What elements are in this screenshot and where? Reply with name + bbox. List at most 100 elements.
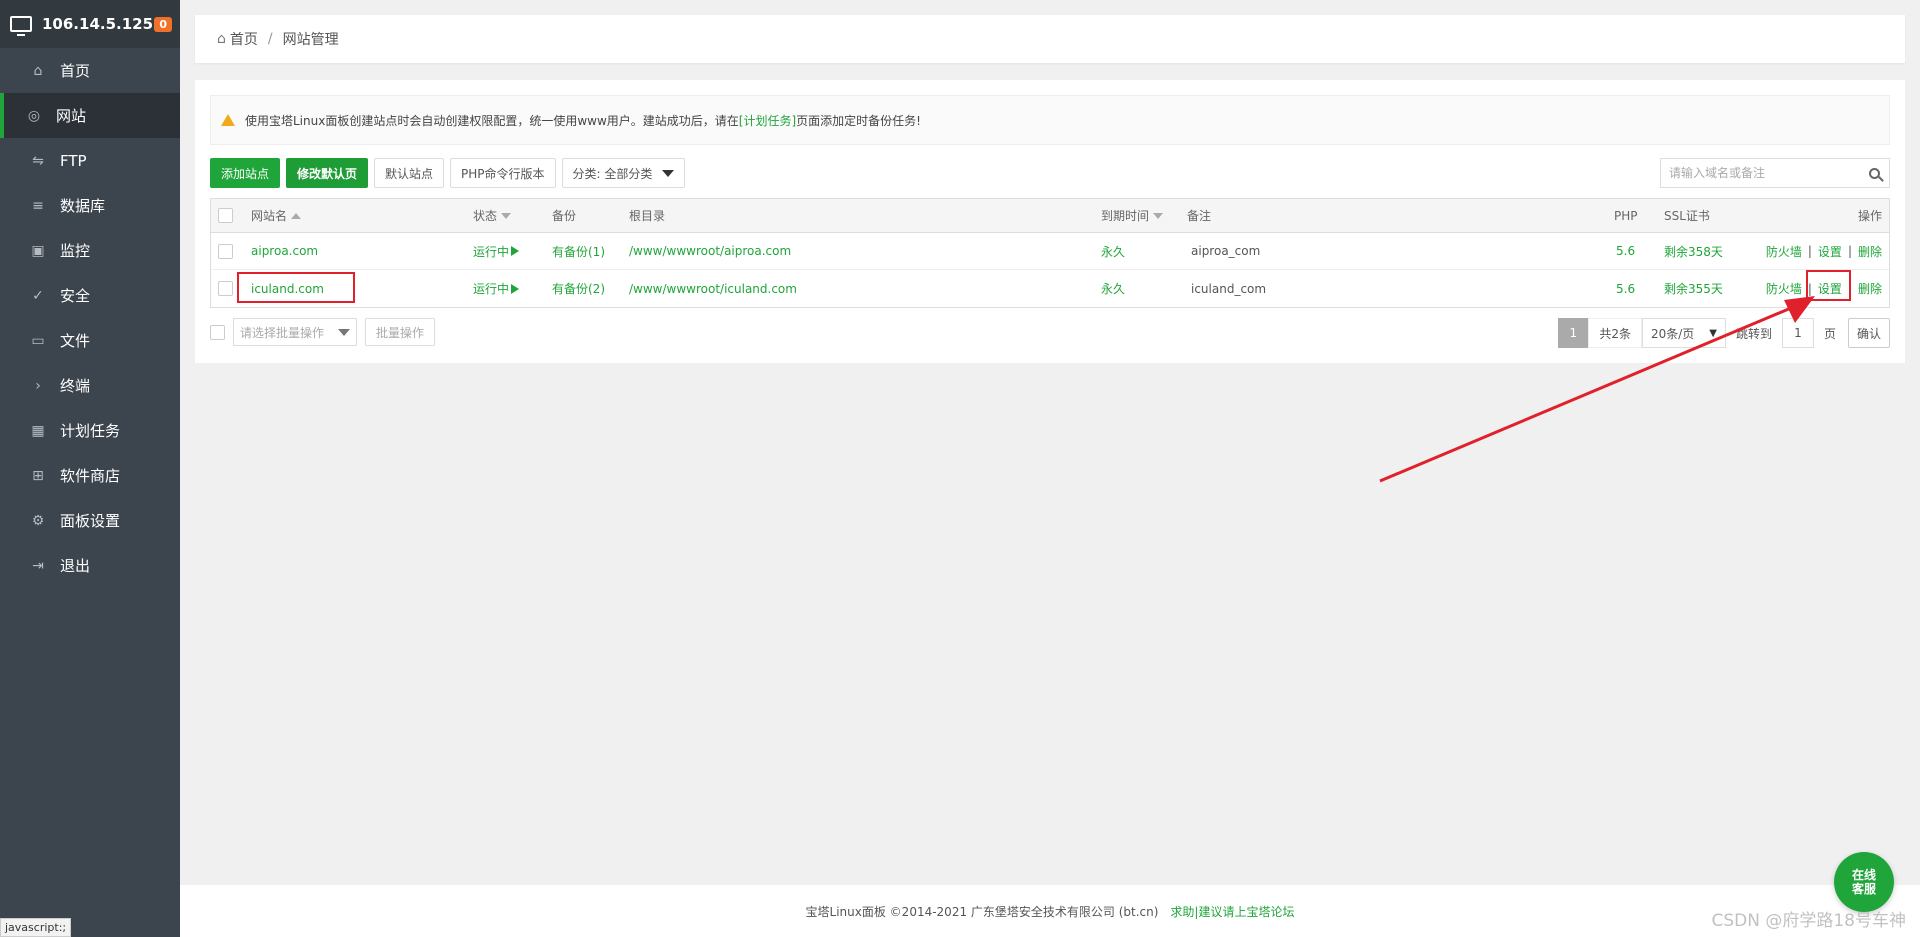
row-checkbox[interactable]	[218, 281, 233, 296]
notice-text-after: 页面添加定时备份任务!	[796, 113, 921, 128]
status-bar-url: javascript:;	[0, 918, 72, 937]
jump-input[interactable]: 1	[1781, 318, 1814, 348]
server-ip: 106.14.5.125	[42, 15, 154, 33]
server-header: 106.14.5.125 0	[0, 0, 180, 48]
site-root-link[interactable]: /www/wwwroot/aiproa.com	[629, 233, 791, 269]
footer-copyright: 宝塔Linux面板 ©2014-2021 广东堡塔安全技术有限公司 (bt.cn…	[805, 904, 1159, 919]
sidebar-item-database[interactable]: ≡ 数据库	[0, 183, 180, 228]
header-remark: 备注	[1187, 209, 1212, 223]
header-status[interactable]: 状态	[473, 199, 512, 232]
site-expire[interactable]: 永久	[1101, 233, 1125, 269]
batch-button[interactable]: 批量操作	[365, 318, 436, 346]
sidebar: 106.14.5.125 0 ⌂ 首页 ◎ 网站 ⇋ FTP ≡ 数据库 ▣ 监控 ✓ 安全…	[0, 0, 180, 937]
header-ops: 操作	[1857, 209, 1882, 223]
header-expire[interactable]: 到期时间	[1101, 199, 1164, 232]
pagination: 1 共2条 20条/页 ▼ 跳转到 1 页 确认	[1558, 318, 1890, 348]
site-ssl[interactable]: 剩余358天	[1664, 233, 1723, 269]
firewall-link[interactable]: 防火墙	[1766, 243, 1802, 260]
play-icon	[511, 246, 520, 256]
delete-link[interactable]: 删除	[1858, 243, 1882, 260]
apps-icon: ⊞	[32, 467, 44, 484]
row-checkbox[interactable]	[218, 243, 233, 259]
firewall-link[interactable]: 防火墙	[1766, 280, 1802, 297]
table-row: aiproa.com 运行中 有备份(1) /www/wwwroot/aipro…	[211, 233, 1889, 270]
search-button[interactable]	[1859, 167, 1889, 179]
sidebar-item-label: 监控	[60, 242, 91, 260]
site-remark[interactable]: iculand_com	[1191, 270, 1266, 307]
site-remark[interactable]: aiproa_com	[1191, 233, 1260, 269]
php-cli-version-button[interactable]: PHP命令行版本	[450, 158, 556, 188]
site-ssl[interactable]: 剩余355天	[1664, 270, 1723, 307]
notice-text: 使用宝塔Linux面板创建站点时会自动创建权限配置，统一使用www用户。建站成功…	[245, 113, 739, 128]
caret-down-icon	[338, 328, 350, 336]
notice-cron-link[interactable]: [计划任务]	[739, 112, 796, 129]
sidebar-item-monitor[interactable]: ▣ 监控	[0, 228, 180, 273]
sidebar-item-ftp[interactable]: ⇋ FTP	[0, 138, 180, 183]
chart-icon: ▣	[31, 242, 45, 259]
table-row: iculand.com 运行中 有备份(2) /www/wwwroot/icul…	[211, 270, 1889, 307]
site-backup-link[interactable]: 有备份(1)	[552, 233, 605, 269]
sidebar-item-label: 终端	[60, 377, 91, 395]
sidebar-item-label: 首页	[60, 62, 91, 80]
select-all-checkbox[interactable]	[218, 208, 233, 223]
site-management-panel: 使用宝塔Linux面板创建站点时会自动创建权限配置，统一使用www用户。建站成功…	[195, 80, 1905, 363]
modify-default-page-button[interactable]: 修改默认页	[286, 158, 369, 188]
sidebar-item-cron[interactable]: ▦ 计划任务	[0, 408, 180, 453]
sidebar-item-label: 文件	[60, 332, 91, 350]
site-expire[interactable]: 永久	[1101, 270, 1125, 307]
sidebar-item-home[interactable]: ⌂ 首页	[0, 48, 180, 93]
page-total: 共2条	[1588, 318, 1642, 348]
site-php[interactable]: 5.6	[1616, 233, 1635, 269]
sidebar-item-settings[interactable]: ⚙ 面板设置	[0, 498, 180, 543]
batch-select[interactable]: 请选择批量操作	[233, 318, 357, 346]
online-service-button[interactable]: 在线 客服	[1834, 852, 1894, 912]
page-current[interactable]: 1	[1558, 318, 1589, 348]
notice-bar: 使用宝塔Linux面板创建站点时会自动创建权限配置，统一使用www用户。建站成功…	[210, 95, 1890, 145]
sidebar-item-website[interactable]: ◎ 网站	[0, 93, 180, 138]
breadcrumb-separator: /	[267, 31, 273, 47]
select-all-checkbox-bottom[interactable]	[210, 324, 225, 340]
site-backup-link[interactable]: 有备份(2)	[552, 270, 605, 307]
header-name[interactable]: 网站名	[251, 199, 302, 232]
ftp-icon: ⇋	[32, 152, 44, 169]
annotation-box-site	[237, 272, 355, 303]
annotation-box-settings	[1806, 270, 1851, 301]
default-site-button[interactable]: 默认站点	[374, 158, 445, 188]
warning-icon	[221, 114, 235, 126]
sidebar-item-label: 数据库	[60, 197, 106, 215]
breadcrumb-current: 网站管理	[282, 32, 339, 48]
page-size-select[interactable]: 20条/页 ▼	[1641, 318, 1726, 348]
breadcrumb-home-link[interactable]: 首页	[230, 29, 258, 49]
sidebar-item-files[interactable]: ▭ 文件	[0, 318, 180, 363]
add-site-button[interactable]: 添加站点	[210, 158, 281, 188]
category-dropdown[interactable]: 分类: 全部分类	[561, 158, 686, 188]
sidebar-item-label: 计划任务	[60, 422, 121, 440]
notification-badge[interactable]: 0	[154, 16, 172, 32]
search-input[interactable]	[1661, 160, 1859, 186]
delete-link[interactable]: 删除	[1858, 280, 1882, 297]
jump-confirm-button[interactable]: 确认	[1847, 318, 1890, 348]
site-name-link[interactable]: aiproa.com	[251, 233, 318, 269]
sidebar-item-logout[interactable]: ⇥ 退出	[0, 543, 180, 588]
sort-down-icon	[1153, 212, 1164, 219]
caret-down-icon	[662, 169, 675, 177]
globe-icon: ◎	[27, 107, 41, 124]
sidebar-item-store[interactable]: ⊞ 软件商店	[0, 453, 180, 498]
header-php: PHP	[1614, 208, 1638, 223]
header-ssl: SSL证书	[1664, 209, 1710, 223]
settings-link[interactable]: 设置	[1818, 243, 1842, 260]
breadcrumb: ⌂ 首页 / 网站管理	[195, 15, 1905, 63]
sidebar-item-label: 软件商店	[60, 467, 121, 485]
sidebar-item-terminal[interactable]: › 终端	[0, 363, 180, 408]
sort-down-icon	[501, 212, 512, 219]
site-php[interactable]: 5.6	[1616, 270, 1635, 307]
footer-forum-link[interactable]: 求助|建议请上宝塔论坛	[1170, 903, 1294, 920]
search-icon	[1868, 167, 1880, 179]
site-status[interactable]: 运行中	[473, 233, 520, 269]
jump-label: 跳转到	[1735, 326, 1772, 341]
play-icon	[511, 283, 520, 294]
site-status[interactable]: 运行中	[473, 270, 520, 307]
shield-icon: ✓	[32, 287, 44, 304]
site-root-link[interactable]: /www/wwwroot/iculand.com	[629, 270, 797, 307]
sidebar-item-security[interactable]: ✓ 安全	[0, 273, 180, 318]
